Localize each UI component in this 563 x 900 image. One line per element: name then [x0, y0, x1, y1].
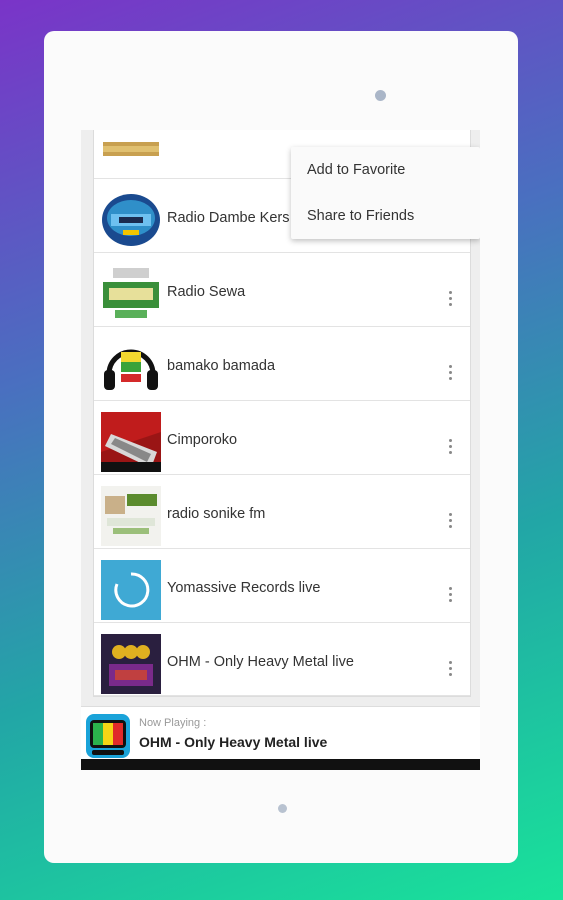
station-row[interactable]: radio sonike fm: [94, 475, 470, 549]
station-thumbnail: [101, 264, 161, 324]
station-thumbnail: [101, 634, 161, 694]
system-nav-bar: [81, 759, 480, 770]
tablet-frame: Radio Dambe Kers Radio Sewa bamako bamad…: [44, 31, 518, 863]
more-vert-icon[interactable]: [448, 439, 452, 455]
now-playing-title: OHM - Only Heavy Metal live: [139, 734, 328, 750]
more-vert-icon[interactable]: [448, 661, 452, 677]
station-row[interactable]: Cimporoko: [94, 401, 470, 475]
station-name: Yomassive Records live: [167, 580, 321, 596]
station-name: OHM - Only Heavy Metal live: [167, 654, 354, 670]
radio-app-icon: [86, 714, 130, 758]
station-thumbnail: [101, 486, 161, 546]
front-camera: [375, 90, 386, 101]
station-thumbnail: [101, 560, 161, 620]
more-vert-icon[interactable]: [448, 513, 452, 529]
now-playing-label: Now Playing :: [139, 717, 207, 729]
station-row[interactable]: bamako bamada: [94, 327, 470, 401]
add-to-favorite-menu-item[interactable]: Add to Favorite: [307, 162, 405, 178]
more-vert-icon[interactable]: [448, 587, 452, 603]
station-context-menu: Add to Favorite Share to Friends: [291, 147, 480, 239]
home-sensor: [278, 804, 287, 813]
more-vert-icon[interactable]: [448, 291, 452, 307]
station-name: radio sonike fm: [167, 506, 266, 522]
now-playing-bar[interactable]: Now Playing : OHM - Only Heavy Metal liv…: [81, 706, 480, 760]
station-row[interactable]: Radio Sewa: [94, 253, 470, 327]
station-list-area: Radio Dambe Kers Radio Sewa bamako bamad…: [81, 130, 480, 706]
station-name: bamako bamada: [167, 358, 276, 374]
app-screen: Radio Dambe Kers Radio Sewa bamako bamad…: [81, 130, 480, 770]
station-name: Cimporoko: [167, 432, 238, 448]
share-to-friends-menu-item[interactable]: Share to Friends: [307, 208, 414, 224]
station-thumbnail: [101, 338, 161, 398]
station-name: Radio Sewa: [167, 284, 246, 300]
more-vert-icon[interactable]: [448, 365, 452, 381]
station-row[interactable]: OHM - Only Heavy Metal live: [94, 623, 470, 696]
station-thumbnail: [101, 190, 161, 250]
station-thumbnail: [101, 412, 161, 472]
station-row[interactable]: Yomassive Records live: [94, 549, 470, 623]
station-thumbnail: [101, 130, 161, 176]
